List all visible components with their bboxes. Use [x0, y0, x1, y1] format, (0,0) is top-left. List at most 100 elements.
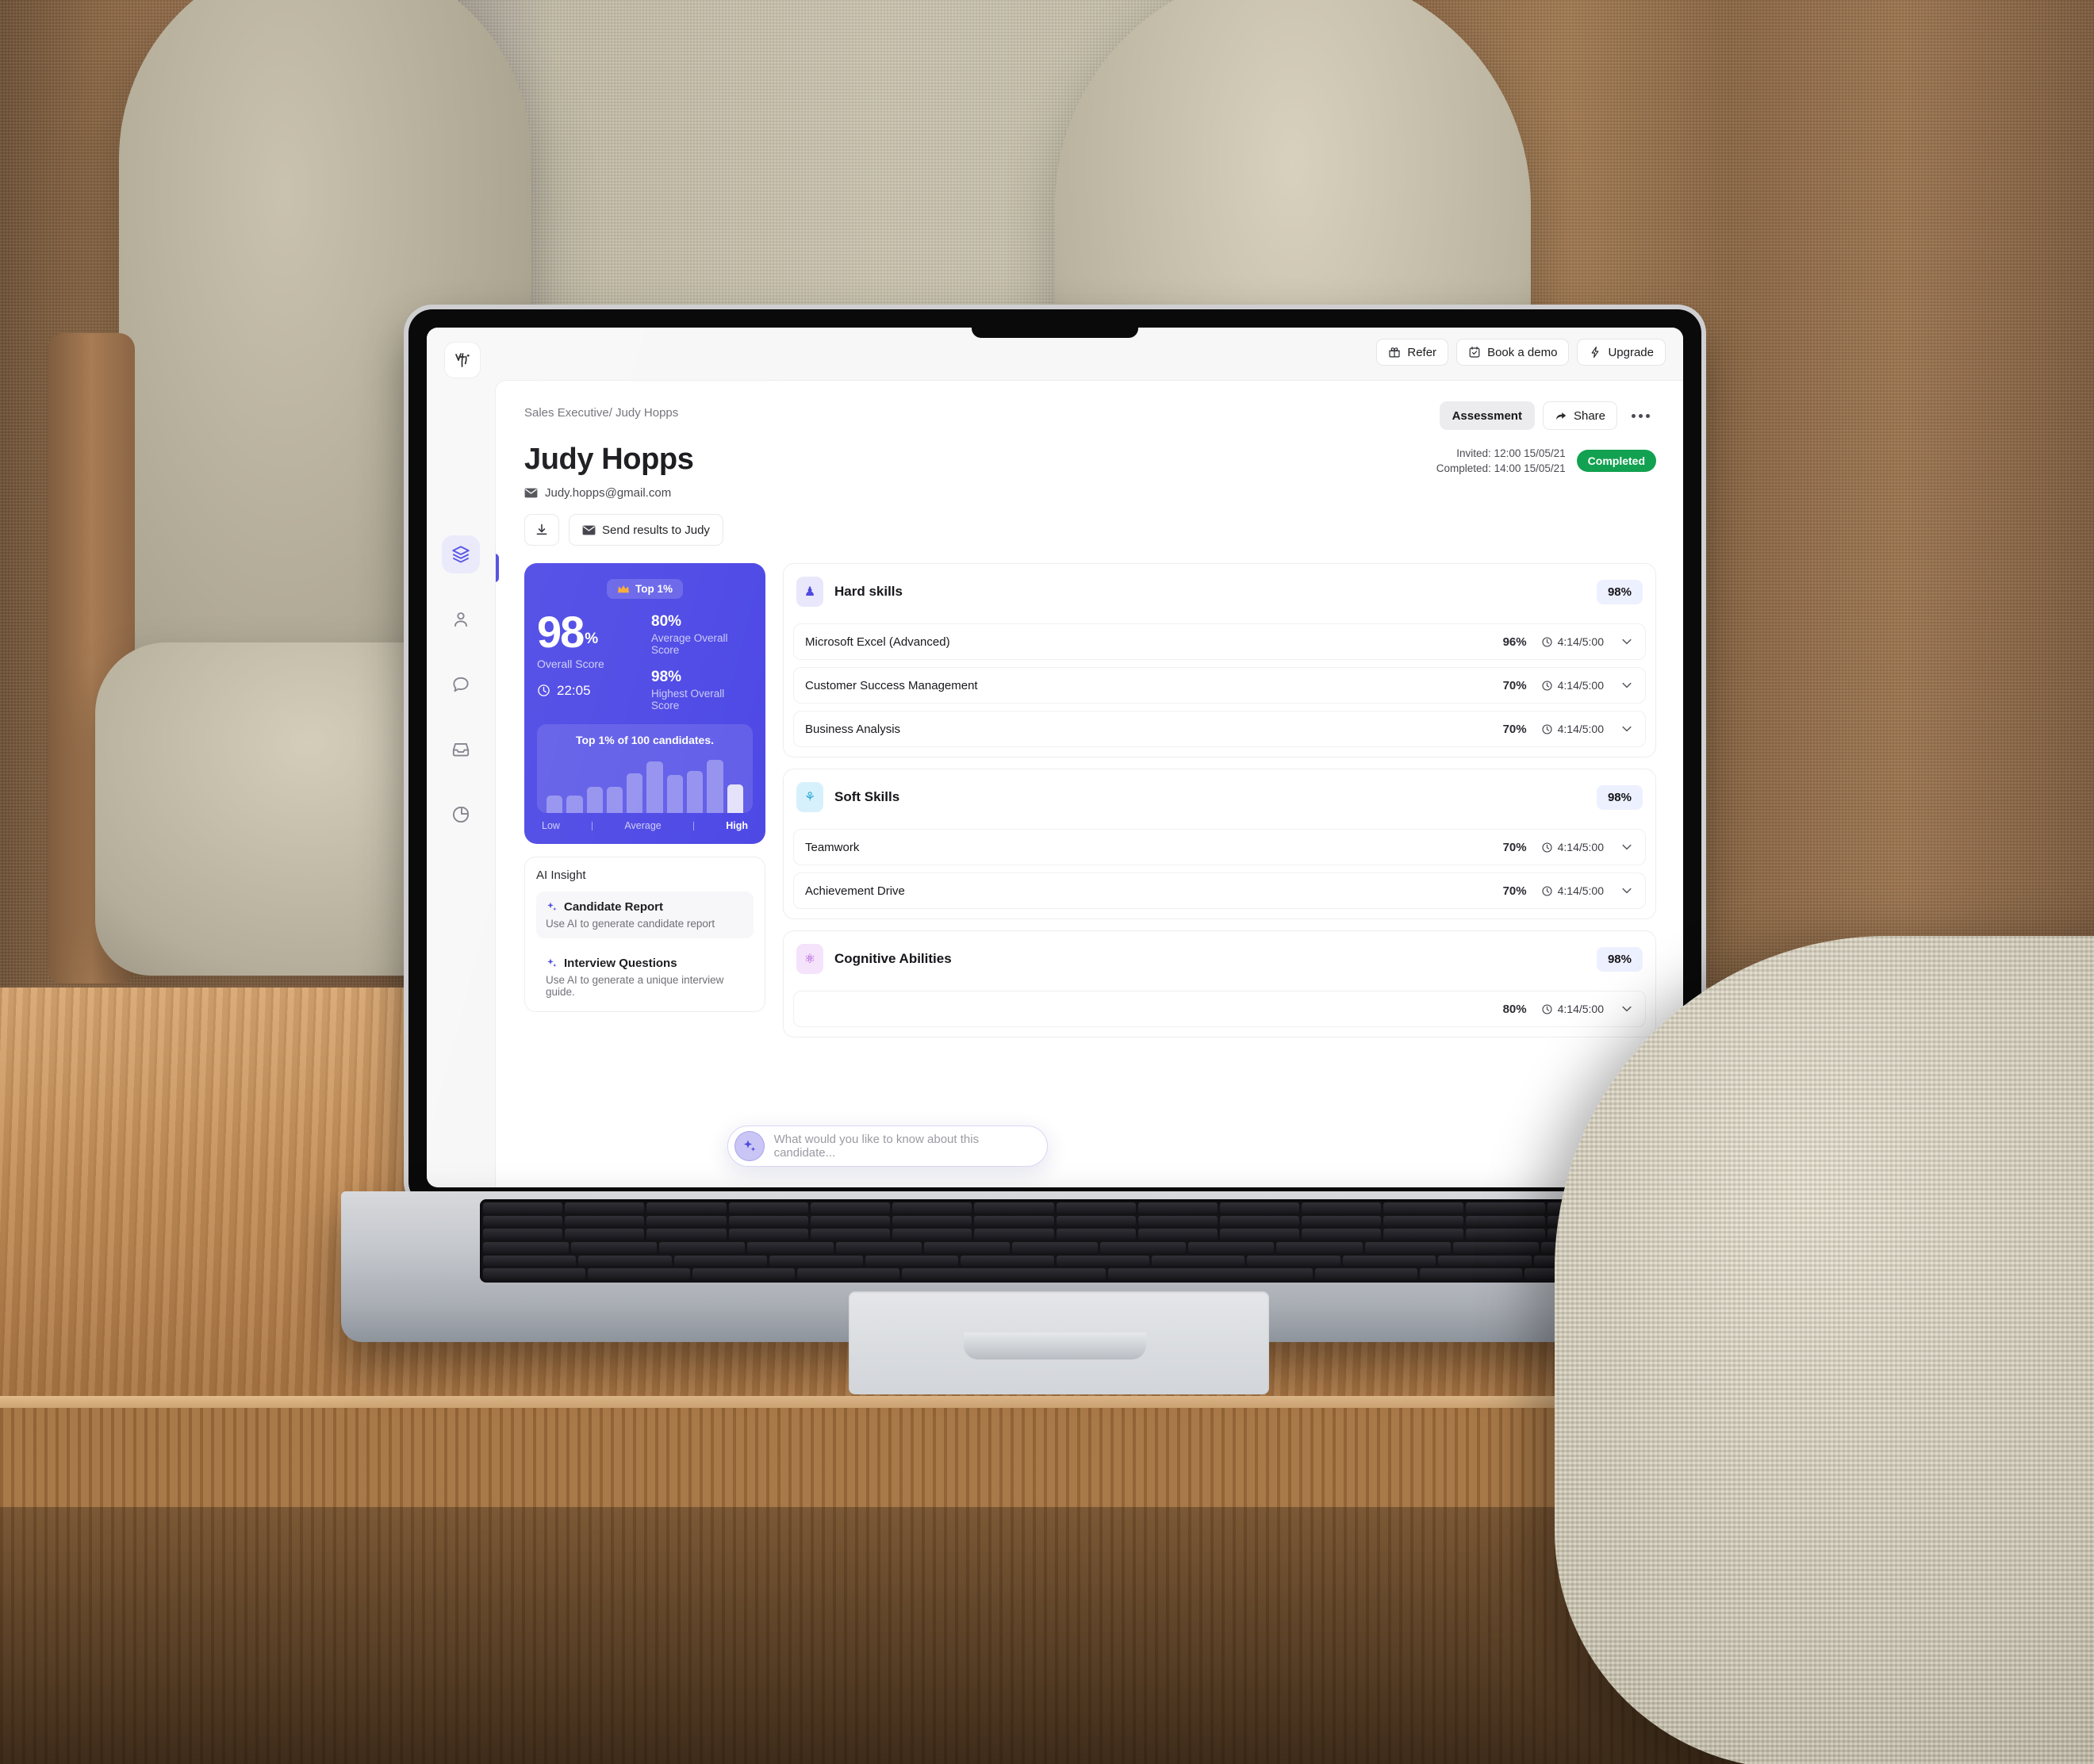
keyboard-key — [1100, 1242, 1187, 1253]
keyboard-key — [728, 1229, 808, 1241]
completed-time: Completed: 14:00 15/05/21 — [1436, 462, 1566, 475]
chevron-down-icon[interactable] — [1620, 678, 1634, 692]
keyboard-key — [1137, 1215, 1218, 1227]
keyboard-key — [1465, 1215, 1545, 1227]
skill-row-time-value: 4:14/5:00 — [1557, 841, 1604, 853]
chart-bar — [666, 774, 684, 813]
skill-row-time: 4:14/5:00 — [1541, 635, 1604, 648]
upgrade-button[interactable]: Upgrade — [1577, 339, 1666, 366]
skill-row-name: Microsoft Excel (Advanced) — [805, 635, 950, 649]
skill-row[interactable]: Teamwork 70% 4:14/5:00 — [793, 829, 1646, 865]
chevron-down-icon[interactable] — [1620, 884, 1634, 898]
app-logo[interactable] — [444, 342, 481, 378]
laptop-notch — [972, 309, 1138, 338]
keyboard-key — [865, 1255, 959, 1267]
skill-group-name: Hard skills — [834, 584, 903, 599]
keyboard-key — [587, 1268, 690, 1280]
time-taken-value: 22:05 — [557, 682, 591, 698]
skill-row-time-value: 4:14/5:00 — [1557, 679, 1604, 692]
keyboard-key — [646, 1202, 727, 1214]
active-indicator — [496, 554, 499, 582]
keyboard-key — [901, 1268, 1106, 1280]
chart-bar — [727, 784, 743, 813]
keyboard-key — [1315, 1268, 1418, 1280]
chevron-down-icon[interactable] — [1620, 635, 1634, 649]
sidebar-item-messages[interactable] — [442, 665, 480, 704]
chat-bubble-icon — [453, 677, 469, 692]
skill-group-header: ♟ Hard skills 98% — [793, 573, 1646, 616]
keyboard-key — [810, 1229, 891, 1241]
skill-row[interactable]: Microsoft Excel (Advanced) 96% 4:14/5:00 — [793, 623, 1646, 660]
chevron-down-icon[interactable] — [1620, 722, 1634, 736]
skill-row-name: Business Analysis — [805, 722, 901, 736]
ai-candidate-report-item[interactable]: Candidate Report Use AI to generate cand… — [536, 892, 754, 938]
skill-group-name: Cognitive Abilities — [834, 951, 952, 966]
chat-sparkles-orb[interactable] — [734, 1131, 765, 1161]
keyboard-key — [728, 1215, 808, 1227]
keyboard-key — [1011, 1242, 1099, 1253]
breadcrumb[interactable]: Sales Executive/ Judy Hopps — [524, 401, 678, 420]
skill-row-time: 4:14/5:00 — [1541, 679, 1604, 692]
download-button[interactable] — [524, 514, 559, 546]
keyboard-key — [1219, 1229, 1300, 1241]
sidebar-item-candidates[interactable] — [442, 600, 480, 638]
keyboard-key — [646, 1215, 727, 1227]
keyboard-key — [565, 1229, 645, 1241]
layers-icon — [452, 546, 470, 563]
ai-insight-card: AI Insight Candidate Report Use AI to ge… — [524, 857, 765, 1012]
envelope-icon — [582, 525, 596, 535]
skill-row-name: Teamwork — [805, 840, 860, 854]
chess-pawn-icon: ♟ — [796, 577, 823, 607]
chevron-down-icon[interactable] — [1620, 840, 1634, 854]
sidebar-rail — [427, 377, 495, 1187]
invited-time: Invited: 12:00 15/05/21 — [1456, 447, 1566, 459]
skill-row[interactable]: Customer Success Management 70% 4:14/5:00 — [793, 667, 1646, 704]
main-content: Sales Executive/ Judy Hopps Assessment S… — [495, 380, 1683, 1187]
sprout-icon: ⚘ — [796, 782, 823, 812]
chart-bars — [547, 754, 743, 813]
lightning-bolt-icon — [1592, 347, 1599, 358]
clock-icon — [1542, 842, 1552, 853]
ai-interview-questions-title: Interview Questions — [564, 957, 677, 970]
sidebar-item-analytics[interactable] — [442, 796, 480, 834]
refer-button[interactable]: Refer — [1376, 339, 1449, 366]
share-button[interactable]: Share — [1542, 401, 1617, 430]
email-text: Judy.hopps@gmail.com — [545, 486, 672, 500]
send-results-button[interactable]: Send results to Judy — [569, 514, 723, 546]
skill-row-time-value: 4:14/5:00 — [1557, 884, 1604, 897]
skill-row[interactable]: 80% 4:14/5:00 — [793, 991, 1646, 1027]
photo-scene: Refer Book a demo Upgrade Sales Executiv… — [0, 0, 2094, 1764]
clock-icon — [1542, 680, 1552, 691]
laptop: Refer Book a demo Upgrade Sales Executiv… — [341, 309, 1769, 1394]
keyboard-key — [1452, 1242, 1539, 1253]
tab-assessment[interactable]: Assessment — [1439, 401, 1535, 430]
chevron-down-icon[interactable] — [1620, 1002, 1634, 1016]
chart-bar — [547, 795, 563, 813]
ai-chat-bar[interactable]: What would you like to know about this c… — [727, 1126, 1048, 1167]
ai-interview-questions-item[interactable]: Interview Questions Use AI to generate a… — [536, 948, 754, 1007]
ai-interview-questions-subtitle: Use AI to generate a unique interview gu… — [546, 974, 724, 998]
more-horizontal-icon[interactable] — [1625, 413, 1656, 418]
skill-row-percent: 70% — [1502, 722, 1527, 736]
keyboard-key — [1276, 1242, 1363, 1253]
skill-row-name: Achievement Drive — [805, 884, 905, 898]
chat-input[interactable]: What would you like to know about this c… — [774, 1133, 1041, 1160]
keyboard-key — [728, 1202, 808, 1214]
sidebar-item-inbox[interactable] — [442, 731, 480, 769]
skill-row[interactable]: Business Analysis 70% 4:14/5:00 — [793, 711, 1646, 747]
skill-row-time: 4:14/5:00 — [1541, 841, 1604, 853]
axis-tick-average: Average — [624, 820, 662, 831]
axis-tick-low: Low — [542, 820, 560, 831]
chart-bar — [646, 761, 663, 813]
clock-icon — [1542, 636, 1552, 647]
highest-score-label: Highest Overall Score — [651, 688, 725, 711]
skill-row[interactable]: Achievement Drive 70% 4:14/5:00 — [793, 872, 1646, 909]
book-demo-button[interactable]: Book a demo — [1456, 339, 1570, 366]
top-percentile-label: Top 1% — [635, 583, 673, 595]
keyboard-key — [892, 1202, 972, 1214]
top-percentile-chip: Top 1% — [607, 579, 683, 599]
keyboard-key — [1219, 1215, 1300, 1227]
sidebar-item-layers[interactable] — [442, 535, 480, 573]
highest-score-value: 98% — [651, 669, 682, 685]
molecule-icon: ⚛ — [796, 944, 823, 974]
